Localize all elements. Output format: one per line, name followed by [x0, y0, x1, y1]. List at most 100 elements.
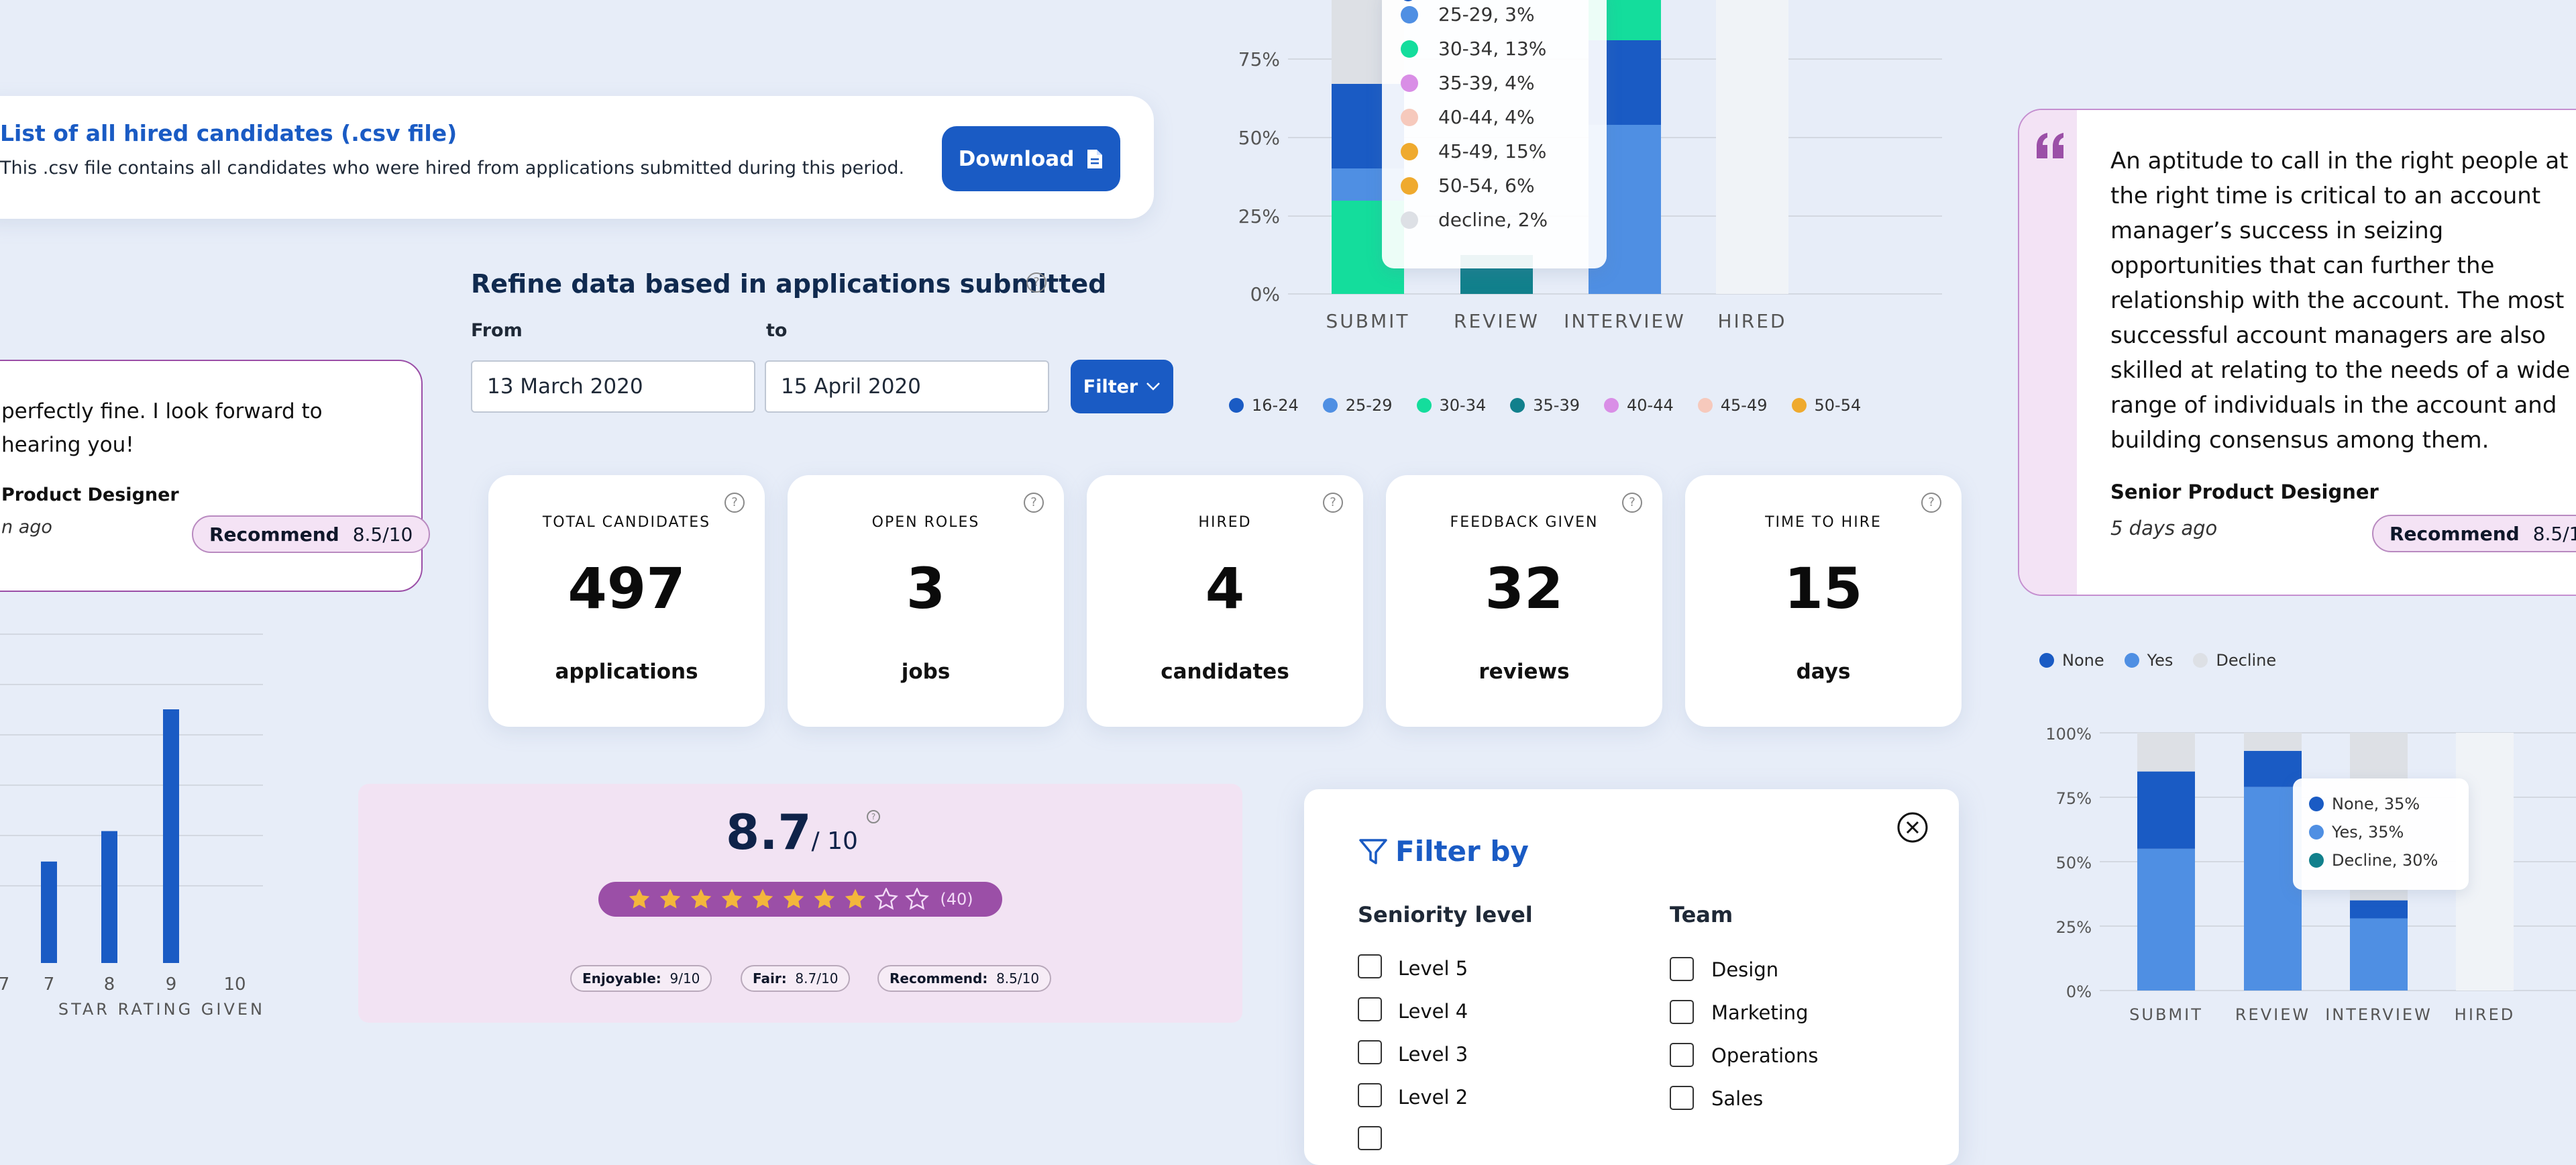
team-title: Team — [1670, 902, 1733, 927]
help-icon[interactable]: ? — [1921, 493, 1941, 513]
stars-row — [627, 888, 930, 911]
fair-value: 8.7/10 — [795, 970, 839, 986]
stat-card-hired: ? HIRED 4 candidates — [1087, 475, 1363, 727]
star-icon — [691, 889, 712, 909]
recommend-score: 8.5/10 — [352, 523, 413, 546]
recommend-value: 8.5/10 — [996, 970, 1040, 986]
chevron-down-icon — [1146, 383, 1161, 391]
stat-label: HIRED — [1198, 514, 1252, 531]
quote-text: An aptitude to call in the right people … — [2110, 148, 2571, 454]
star-icon — [905, 888, 930, 910]
tooltip-row: 40-44, 4% — [1401, 106, 1535, 128]
legend-item: 45-49 — [1697, 396, 1768, 415]
checkbox-level-2[interactable] — [1358, 1083, 1382, 1107]
quote-stripe — [2019, 110, 2077, 595]
stat-label: OPEN ROLES — [871, 514, 980, 531]
checkbox-label: Design — [1711, 958, 1779, 981]
legend-item: 25-29 — [1322, 396, 1393, 415]
download-button[interactable]: Download — [942, 126, 1120, 191]
enjoyable-pill: Enjoyable: 9/10 — [570, 965, 712, 992]
checkbox-level-3[interactable] — [1358, 1040, 1382, 1064]
help-icon[interactable]: ? — [867, 810, 881, 823]
checkbox-label: Level 5 — [1398, 957, 1468, 980]
tooltip-row: 45-49, 15% — [1401, 140, 1546, 162]
checkbox-sales[interactable] — [1670, 1086, 1694, 1110]
bar-segment-decline — [2137, 733, 2195, 772]
seniority-title: Seniority level — [1358, 902, 1533, 927]
filter-button[interactable]: Filter — [1071, 360, 1173, 413]
enjoyable-label: Enjoyable: — [582, 970, 661, 986]
rating-card: 8.7/ 10 ? (40) Enjoyable: 9/10 Fair: 8.7… — [358, 784, 1242, 1023]
x-tick-label: 9 — [166, 974, 177, 995]
x-tick-label: REVIEW — [1454, 310, 1540, 332]
star-icon — [629, 889, 650, 909]
recommend-label: Recommend — [209, 523, 339, 546]
feedback-tooltip: None, 35% Yes, 35% Decline, 30% — [2293, 778, 2469, 890]
recommend-pill: Recommend: 8.5/10 — [877, 965, 1052, 992]
stat-label: FEEDBACK GIVEN — [1450, 514, 1599, 531]
checkbox-design[interactable] — [1670, 957, 1694, 981]
bar-segment-none — [2137, 771, 2195, 849]
x-tick-label: HIRED — [1717, 310, 1786, 332]
filter-title: Filter by — [1395, 835, 1529, 868]
help-icon[interactable]: ? — [1024, 493, 1044, 513]
help-icon[interactable]: ? — [1323, 493, 1343, 513]
legend-item: 40-44 — [1604, 396, 1674, 415]
tooltip-row — [1401, 0, 1424, 1]
legend-item: 30-34 — [1416, 396, 1486, 415]
recommend-label: Recommend — [2390, 522, 2520, 545]
bar — [41, 861, 57, 963]
rating-out-of: / 10 — [811, 827, 858, 855]
y-tick-label: 0% — [2066, 982, 2092, 1001]
checkbox-level-4[interactable] — [1358, 997, 1382, 1021]
bar — [101, 831, 117, 963]
tooltip-row: decline, 2% — [1401, 209, 1548, 231]
bar-segment-yes — [2137, 848, 2195, 991]
to-date-input[interactable]: 15 April 2020 — [765, 360, 1049, 413]
bar-segment-none — [2350, 900, 2408, 919]
checkbox-operations[interactable] — [1670, 1043, 1694, 1067]
close-icon[interactable] — [1896, 811, 1929, 844]
stat-value: 15 — [1784, 556, 1863, 621]
filter-label: Filter — [1083, 376, 1138, 397]
star-icon — [874, 888, 899, 910]
checkbox-level-5[interactable] — [1358, 954, 1382, 978]
help-icon[interactable]: ? — [724, 493, 745, 513]
from-date-input[interactable]: 13 March 2020 — [471, 360, 755, 413]
checkbox-marketing[interactable] — [1670, 1000, 1694, 1024]
star-icon — [845, 889, 866, 909]
legend-item: 35-39 — [1510, 396, 1580, 415]
review-time: n ago — [1, 517, 52, 538]
rating-score-row: 8.7/ 10 ? — [358, 804, 1242, 860]
checkbox-level-1[interactable] — [1358, 1126, 1382, 1150]
tooltip-row: Decline, 30% — [2309, 851, 2438, 870]
fair-pill: Fair: 8.7/10 — [741, 965, 851, 992]
stat-unit: applications — [555, 660, 698, 684]
help-icon[interactable]: ? — [1026, 272, 1046, 293]
checkbox-label: Level 3 — [1398, 1043, 1468, 1066]
star-rating-chart: 7 7 8 9 10 STAR RATING GIVEN — [0, 624, 282, 1027]
bar-segment-none — [2244, 750, 2302, 787]
review-card: perfectly fine. I look forward to hearin… — [0, 360, 431, 592]
stat-label: TIME TO HIRE — [1765, 514, 1882, 531]
legend-item: Yes — [2124, 651, 2173, 670]
file-icon — [1087, 149, 1103, 168]
tooltip-row: 30-34, 13% — [1401, 38, 1546, 60]
stat-value: 497 — [568, 556, 686, 621]
y-tick-label: 50% — [1238, 127, 1280, 149]
stat-unit: candidates — [1161, 660, 1289, 684]
checkbox-label: Level 4 — [1398, 1000, 1468, 1023]
review-author: Product Designer — [1, 485, 179, 505]
csv-title: List of all hired candidates (.csv file) — [0, 120, 458, 146]
stat-card-total-candidates: ? TOTAL CANDIDATES 497 applications — [488, 475, 765, 727]
help-icon[interactable]: ? — [1622, 493, 1642, 513]
legend-item: 50-54 — [1791, 396, 1861, 415]
recommend-score: 8.5/10 — [2532, 522, 2576, 545]
quote-card: An aptitude to call in the right people … — [2018, 109, 2576, 596]
funnel-icon — [1359, 839, 1387, 864]
bar-segment-yes — [2350, 918, 2408, 991]
csv-download-card: List of all hired candidates (.csv file)… — [0, 96, 1154, 219]
bar-segment-decline — [2244, 733, 2302, 751]
age-tooltip: 25-29, 3% 30-34, 13% 35-39, 4% 40-44, 4%… — [1382, 0, 1607, 268]
star-icon — [660, 889, 681, 909]
